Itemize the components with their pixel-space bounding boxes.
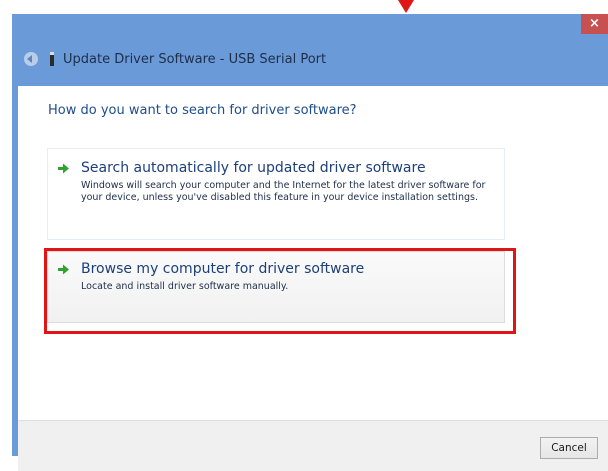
- option-title: Search automatically for updated driver …: [81, 160, 426, 176]
- option-title: Browse my computer for driver software: [81, 261, 365, 277]
- dialog-footer: Cancel: [18, 420, 608, 471]
- browse-computer-option[interactable]: Browse my computer for driver software L…: [47, 251, 505, 323]
- option-description: Locate and install driver software manua…: [81, 281, 289, 292]
- page-title: How do you want to search for driver sof…: [48, 103, 357, 118]
- search-automatically-option[interactable]: Search automatically for updated driver …: [47, 148, 505, 240]
- window-title: Update Driver Software - USB Serial Port: [63, 51, 327, 67]
- annotation-pointer-arrow: [398, 0, 414, 13]
- option-description: Windows will search your computer and th…: [81, 180, 486, 203]
- dialog-content: How do you want to search for driver sof…: [18, 86, 608, 420]
- title-bar: Update Driver Software - USB Serial Port: [12, 44, 608, 74]
- back-arrow-icon[interactable]: [24, 52, 38, 66]
- green-arrow-icon: [58, 163, 69, 174]
- close-icon: ×: [589, 16, 600, 31]
- update-driver-dialog: × Update Driver Software - USB Serial Po…: [12, 14, 608, 471]
- usb-device-icon: [50, 52, 54, 66]
- close-button[interactable]: ×: [581, 14, 608, 34]
- green-arrow-icon: [58, 264, 69, 275]
